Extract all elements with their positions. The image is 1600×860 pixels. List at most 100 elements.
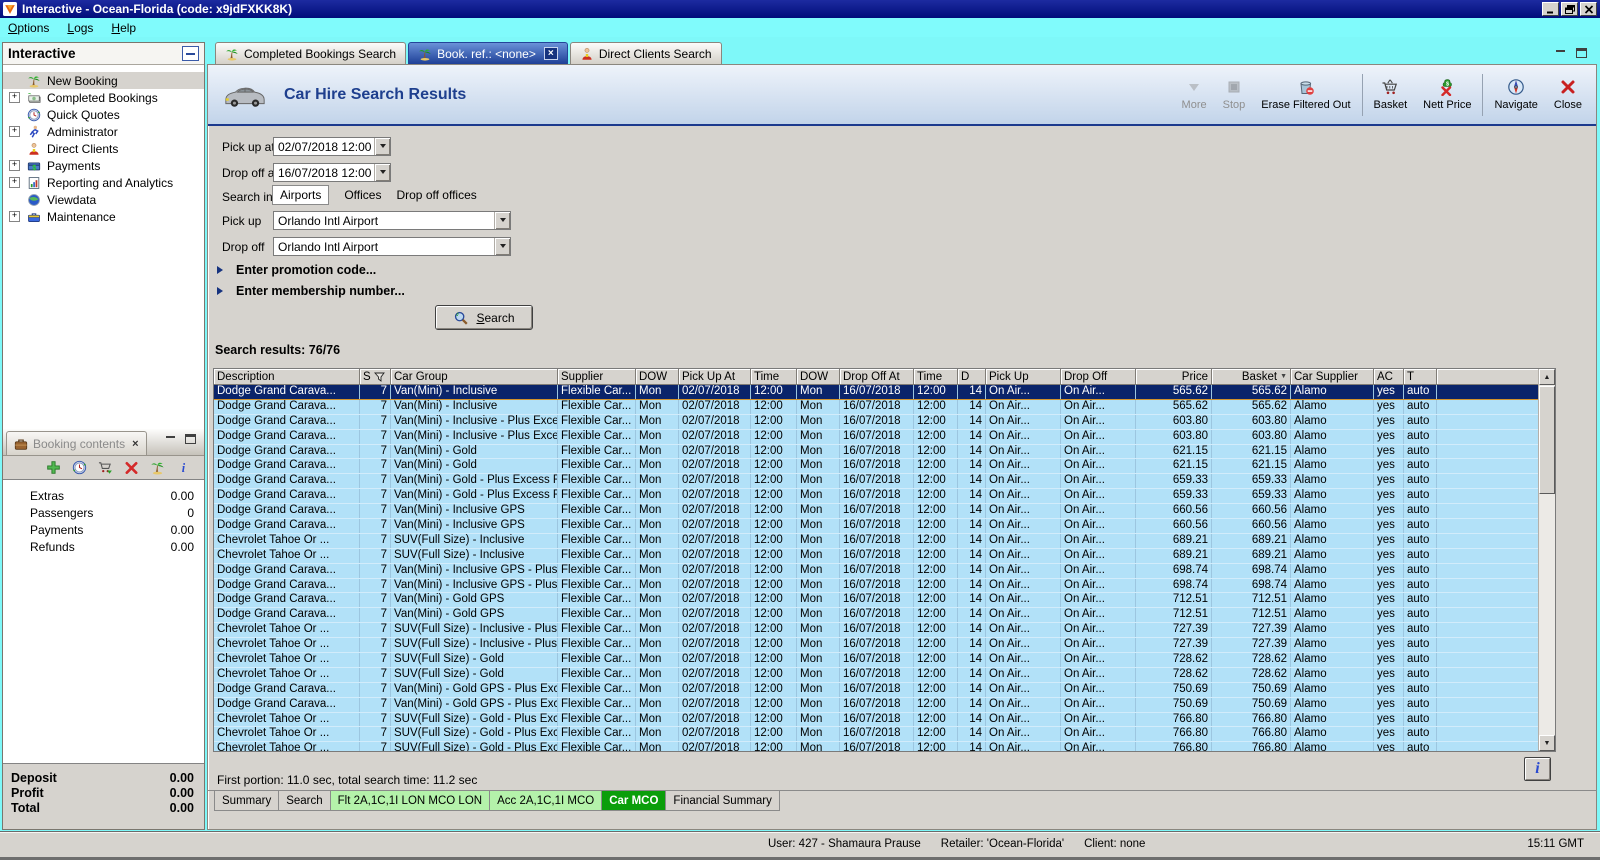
booking-contents-maximize-icon[interactable] bbox=[185, 434, 196, 444]
pick-up-field[interactable]: Orlando Intl Airport bbox=[273, 211, 511, 230]
menu-item-options[interactable]: Options bbox=[8, 21, 49, 35]
pick-up-at-dropdown-icon[interactable] bbox=[374, 138, 390, 155]
result-row[interactable]: Chevrolet Tahoe Or ... 7 SUV(Full Size) - … bbox=[214, 712, 1538, 728]
window-close-button[interactable] bbox=[1580, 2, 1597, 16]
search-in-option-airports[interactable]: Airports bbox=[272, 185, 330, 205]
window-restore-button[interactable] bbox=[1561, 2, 1578, 16]
result-row[interactable]: Dodge Grand Carava... 7 Van(Mini) - Gold -… bbox=[214, 489, 1538, 505]
scroll-down-icon[interactable]: ▼ bbox=[1539, 735, 1555, 751]
result-row[interactable]: Chevrolet Tahoe Or ... 7 SUV(Full Size) - … bbox=[214, 548, 1538, 564]
bottom-tab-flt-2a-1c-1i-lon-mco-lon[interactable]: Flt 2A,1C,1I LON MCO LON bbox=[329, 791, 491, 811]
column-header-drop-off[interactable]: Drop Off bbox=[1061, 369, 1136, 385]
bottom-tab-car-mco[interactable]: Car MCO bbox=[601, 791, 667, 811]
close-button[interactable]: Close bbox=[1546, 78, 1590, 111]
sidebar-item-payments[interactable]: + $ Payments bbox=[3, 157, 204, 174]
workspace-minimize-icon[interactable] bbox=[1555, 49, 1566, 58]
membership-number-expander[interactable]: Enter membership number... bbox=[217, 284, 405, 298]
column-header-time[interactable]: Time bbox=[751, 369, 797, 385]
result-row[interactable]: Chevrolet Tahoe Or ... 7 SUV(Full Size) - … bbox=[214, 667, 1538, 683]
window-minimize-button[interactable] bbox=[1542, 2, 1559, 16]
search-button[interactable]: Search bbox=[435, 305, 533, 330]
column-header-ac[interactable]: AC bbox=[1374, 369, 1404, 385]
drop-off-dropdown-icon[interactable] bbox=[494, 238, 510, 255]
sidebar-item-administrator[interactable]: + Administrator bbox=[3, 123, 204, 140]
result-row[interactable]: Dodge Grand Carava... 7 Van(Mini) - Inclus… bbox=[214, 429, 1538, 445]
tab-book-ref-none[interactable]: Book. ref.: <none> × bbox=[408, 42, 568, 64]
scroll-up-icon[interactable]: ▲ bbox=[1539, 369, 1555, 385]
pick-up-at-field[interactable]: 02/07/2018 12:00 bbox=[273, 137, 391, 156]
result-row[interactable]: Dodge Grand Carava... 7 Van(Mini) - Gold G… bbox=[214, 697, 1538, 713]
bottom-tab-search[interactable]: Search bbox=[278, 791, 331, 811]
basket-button[interactable]: Basket bbox=[1366, 78, 1416, 111]
info-button[interactable]: i bbox=[1524, 757, 1551, 781]
column-header-blank[interactable] bbox=[1437, 369, 1538, 385]
result-row[interactable]: Chevrolet Tahoe Or ... 7 SUV(Full Size) - … bbox=[214, 533, 1538, 549]
result-row[interactable]: Chevrolet Tahoe Or ... 7 SUV(Full Size) - … bbox=[214, 638, 1538, 654]
pick-up-dropdown-icon[interactable] bbox=[494, 212, 510, 229]
expand-icon[interactable]: + bbox=[9, 177, 20, 188]
expand-icon[interactable]: + bbox=[9, 160, 20, 171]
result-row[interactable]: Dodge Grand Carava... 7 Van(Mini) - Inclus… bbox=[214, 385, 1538, 400]
sidebar-item-new-booking[interactable]: New Booking bbox=[3, 72, 204, 89]
erase-filtered-out-button[interactable]: Erase Filtered Out bbox=[1253, 78, 1358, 111]
search-in-option-drop-off-offices[interactable]: Drop off offices bbox=[396, 188, 476, 202]
booking-contents-tab[interactable]: Booking contents × bbox=[6, 431, 147, 455]
booking-toolbar-plus-button[interactable] bbox=[45, 459, 62, 476]
sidebar-item-direct-clients[interactable]: Direct Clients bbox=[3, 140, 204, 157]
result-row[interactable]: Dodge Grand Carava... 7 Van(Mini) - Gold G… bbox=[214, 682, 1538, 698]
expand-icon[interactable]: + bbox=[9, 126, 20, 137]
result-row[interactable]: Dodge Grand Carava... 7 Van(Mini) - Gold G… bbox=[214, 593, 1538, 609]
grid-vertical-scrollbar[interactable]: ▲ ▼ bbox=[1538, 369, 1555, 751]
promotion-code-expander[interactable]: Enter promotion code... bbox=[217, 263, 376, 277]
column-header-pick-up[interactable]: Pick Up bbox=[986, 369, 1061, 385]
result-row[interactable]: Chevrolet Tahoe Or ... 7 SUV(Full Size) - … bbox=[214, 653, 1538, 668]
expand-icon[interactable]: + bbox=[9, 211, 20, 222]
result-row[interactable]: Dodge Grand Carava... 7 Van(Mini) - Inclus… bbox=[214, 504, 1538, 520]
booking-contents-close-icon[interactable]: × bbox=[132, 438, 138, 450]
bottom-tab-summary[interactable]: Summary bbox=[214, 791, 280, 811]
sidebar-collapse-button[interactable] bbox=[182, 46, 199, 61]
result-row[interactable]: Dodge Grand Carava... 7 Van(Mini) - Gold Fl… bbox=[214, 444, 1538, 460]
result-row[interactable]: Dodge Grand Carava... 7 Van(Mini) - Inclus… bbox=[214, 414, 1538, 430]
result-row[interactable]: Chevrolet Tahoe Or ... 7 SUV(Full Size) - … bbox=[214, 623, 1538, 639]
column-header-car-supplier[interactable]: Car Supplier bbox=[1291, 369, 1374, 385]
tab-completed-bookings-search[interactable]: Completed Bookings Search bbox=[215, 42, 407, 64]
menu-item-logs[interactable]: Logs bbox=[67, 21, 93, 35]
result-row[interactable]: Dodge Grand Carava... 7 Van(Mini) - Gold -… bbox=[214, 474, 1538, 490]
result-row[interactable]: Chevrolet Tahoe Or ... 7 SUV(Full Size) - … bbox=[214, 742, 1538, 751]
navigate-button[interactable]: Navigate bbox=[1486, 78, 1545, 111]
result-row[interactable]: Dodge Grand Carava... 7 Van(Mini) - Inclus… bbox=[214, 563, 1538, 579]
column-header-basket[interactable]: Basket ▼ bbox=[1212, 369, 1291, 385]
column-header-description[interactable]: Description bbox=[214, 369, 360, 385]
result-row[interactable]: Dodge Grand Carava... 7 Van(Mini) - Inclus… bbox=[214, 519, 1538, 534]
booking-toolbar-clock-button[interactable] bbox=[71, 459, 88, 476]
result-row[interactable]: Dodge Grand Carava... 7 Van(Mini) - Inclus… bbox=[214, 399, 1538, 415]
search-in-option-offices[interactable]: Offices bbox=[344, 188, 381, 202]
nett-price-button[interactable]: $ Nett Price bbox=[1415, 78, 1479, 111]
column-header-pick-up-at[interactable]: Pick Up At bbox=[679, 369, 751, 385]
column-header-s[interactable]: S bbox=[360, 369, 391, 385]
sidebar-item-viewdata[interactable]: Viewdata bbox=[3, 191, 204, 208]
result-row[interactable]: Dodge Grand Carava... 7 Van(Mini) - Gold Fl… bbox=[214, 459, 1538, 475]
booking-contents-minimize-icon[interactable] bbox=[165, 435, 176, 444]
result-row[interactable]: Dodge Grand Carava... 7 Van(Mini) - Inclus… bbox=[214, 578, 1538, 594]
tab-direct-clients-search[interactable]: Direct Clients Search bbox=[569, 42, 722, 64]
column-header-d[interactable]: D bbox=[958, 369, 986, 385]
bottom-tab-acc-2a-1c-1i-mco[interactable]: Acc 2A,1C,1I MCO bbox=[489, 791, 603, 811]
workspace-maximize-icon[interactable] bbox=[1576, 48, 1587, 58]
scrollbar-thumb[interactable] bbox=[1539, 386, 1555, 494]
bottom-tab-financial-summary[interactable]: Financial Summary bbox=[665, 791, 780, 811]
sidebar-item-reporting-and-analytics[interactable]: + Reporting and Analytics bbox=[3, 174, 204, 191]
sidebar-item-completed-bookings[interactable]: + Completed Bookings bbox=[3, 89, 204, 106]
menu-item-help[interactable]: Help bbox=[111, 21, 136, 35]
column-header-t[interactable]: T bbox=[1404, 369, 1437, 385]
booking-toolbar-palm-button[interactable] bbox=[149, 459, 166, 476]
result-row[interactable]: Chevrolet Tahoe Or ... 7 SUV(Full Size) - … bbox=[214, 727, 1538, 743]
booking-toolbar-info-button[interactable]: i bbox=[175, 459, 192, 476]
column-header-dow[interactable]: DOW bbox=[636, 369, 679, 385]
drop-off-at-field[interactable]: 16/07/2018 12:00 bbox=[273, 163, 391, 182]
sidebar-item-quick-quotes[interactable]: Quick Quotes bbox=[3, 106, 204, 123]
column-header-price[interactable]: Price bbox=[1136, 369, 1212, 385]
tab-close-icon[interactable]: × bbox=[543, 47, 558, 60]
result-row[interactable]: Dodge Grand Carava... 7 Van(Mini) - Gold G… bbox=[214, 608, 1538, 624]
